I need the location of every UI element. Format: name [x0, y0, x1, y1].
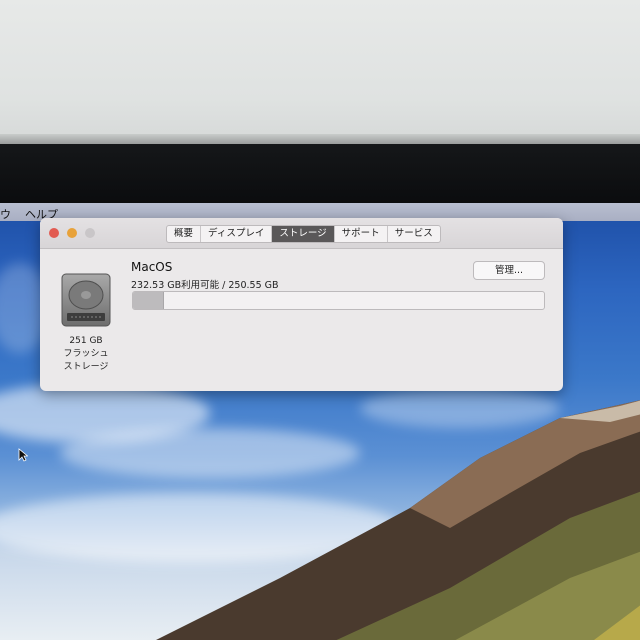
about-this-mac-window: 概要 ディスプレイ ストレージ サポート サービス 251 GB フラッシュ ス… — [40, 218, 563, 391]
storage-used-segment — [133, 292, 164, 309]
mouse-cursor-icon — [18, 448, 28, 462]
hard-drive-icon — [61, 273, 111, 327]
minimize-button[interactable] — [67, 228, 77, 238]
drive-type-line-1: フラッシュ — [63, 349, 109, 359]
manage-button[interactable]: 管理... — [473, 261, 545, 280]
close-button[interactable] — [49, 228, 59, 238]
laptop-lid-edge — [0, 134, 640, 144]
drive-capacity: 251 GB — [69, 336, 103, 346]
screen: ウ ヘルプ 概要 ディスプレイ ストレージ サポート サービス 251 GB フ… — [0, 203, 640, 640]
tab-displays[interactable]: ディスプレイ — [201, 226, 273, 242]
volume-name: MacOS — [131, 260, 173, 274]
tab-service[interactable]: サービス — [388, 226, 440, 242]
window-titlebar[interactable]: 概要 ディスプレイ ストレージ サポート サービス — [40, 218, 563, 249]
tab-storage[interactable]: ストレージ — [272, 226, 335, 242]
tab-bar: 概要 ディスプレイ ストレージ サポート サービス — [166, 225, 441, 243]
screen-bezel — [0, 144, 640, 204]
storage-usage-bar — [132, 291, 545, 310]
volume-info: 232.53 GB利用可能 / 250.55 GB — [131, 280, 279, 291]
drive-type-line-2: ストレージ — [63, 362, 109, 372]
laptop-lid — [0, 0, 640, 142]
zoom-button[interactable] — [85, 228, 95, 238]
tab-support[interactable]: サポート — [335, 226, 388, 242]
wallpaper-mountain — [156, 400, 640, 640]
tab-overview[interactable]: 概要 — [167, 226, 202, 242]
menu-item-window[interactable]: ウ — [0, 206, 11, 222]
